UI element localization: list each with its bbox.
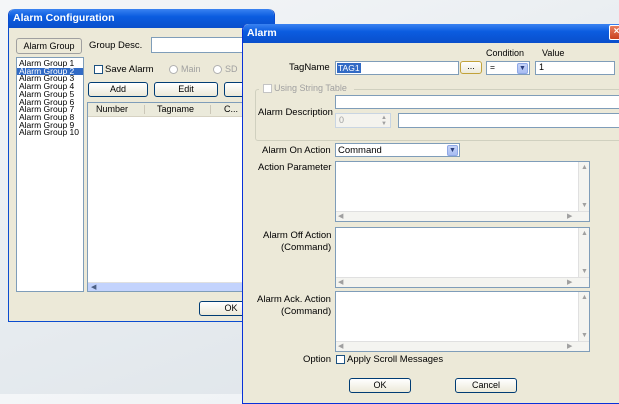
scroll-left-arrow[interactable]: ◀ — [338, 278, 343, 287]
column-tagname[interactable]: Tagname — [157, 104, 194, 114]
cancel-button[interactable]: Cancel — [455, 378, 517, 393]
main-radio[interactable] — [169, 65, 178, 74]
alarm-on-action-label: Alarm On Action — [262, 145, 331, 156]
alarm-on-dropdown-arrow[interactable]: ▼ — [447, 145, 458, 156]
alarm-description-input[interactable] — [335, 95, 619, 109]
action-parameter-textarea[interactable]: ▲ ▼ ◀ ▶ — [335, 161, 590, 222]
horizontal-scrollbar[interactable]: ◀ ▶ — [336, 341, 589, 351]
close-icon[interactable]: × — [609, 25, 619, 40]
apply-scroll-label: Apply Scroll Messages — [347, 354, 444, 365]
alarm-off-action-textarea[interactable]: ▲ ▼ ◀ ▶ — [335, 227, 590, 288]
browse-tag-button[interactable]: ... — [460, 61, 482, 74]
group-desc-label: Group Desc. — [89, 40, 143, 51]
vertical-scrollbar[interactable]: ▲ ▼ — [578, 292, 589, 341]
vertical-scrollbar[interactable]: ▲ ▼ — [578, 228, 589, 277]
ok-button[interactable]: OK — [349, 378, 411, 393]
scroll-down-arrow[interactable]: ▼ — [581, 267, 588, 276]
scroll-right-arrow[interactable]: ▶ — [567, 342, 572, 351]
save-alarm-checkbox[interactable] — [94, 65, 103, 74]
alarm-off-action-sub: (Command) — [281, 242, 332, 253]
value-text: 1 — [539, 62, 545, 72]
horizontal-scrollbar[interactable]: ◀ ▶ — [336, 211, 589, 221]
sd-radio-label: SD — [225, 64, 238, 74]
alarm-dialog-titlebar: Alarm — [243, 24, 619, 43]
scroll-right-arrow[interactable]: ▶ — [567, 212, 572, 221]
using-string-table-checkbox[interactable] — [263, 84, 272, 93]
alarm-description-label: Alarm Description — [258, 107, 333, 118]
value-input[interactable]: 1 — [535, 61, 615, 75]
scroll-right-arrow[interactable]: ▶ — [567, 278, 572, 287]
scroll-up-arrow[interactable]: ▲ — [581, 229, 588, 238]
alarm-on-action-select[interactable]: Command ▼ — [335, 143, 460, 157]
alarm-on-action-value: Command — [338, 145, 382, 156]
alarm-group-button[interactable]: Alarm Group — [16, 38, 82, 54]
tagname-label: TagName — [289, 62, 330, 73]
column-condition[interactable]: C... — [224, 104, 238, 114]
condition-dropdown-arrow[interactable]: ▼ — [517, 63, 528, 74]
list-item[interactable]: Alarm Group 10 — [17, 128, 83, 137]
alarm-configuration-window: Alarm Configuration Alarm Group Group De… — [8, 9, 275, 322]
value-header: Value — [542, 48, 565, 58]
apply-scroll-checkbox[interactable] — [336, 355, 345, 364]
horizontal-scrollbar[interactable]: ◀ ▶ — [336, 277, 589, 287]
tagname-value: TAG1 — [337, 63, 361, 73]
column-number[interactable]: Number — [96, 104, 128, 114]
condition-value: = — [490, 62, 495, 72]
alarm-group-list[interactable]: Alarm Group 1 Alarm Group 2 Alarm Group 3A… — [16, 57, 84, 292]
alarm-dialog: Alarm × Condition Value TagName TAG1 ...… — [242, 24, 619, 404]
dialog-title: Alarm — [247, 27, 277, 39]
string-text-input[interactable] — [398, 113, 619, 128]
add-button[interactable]: Add — [88, 82, 148, 97]
string-index-spinner[interactable]: 0 ▲ ▼ — [335, 113, 391, 128]
scroll-left-arrow[interactable]: ◀ — [91, 283, 96, 291]
edit-button[interactable]: Edit — [154, 82, 218, 97]
spinner-value: 0 — [339, 115, 345, 125]
window-title: Alarm Configuration — [13, 12, 115, 24]
spinner-arrows[interactable]: ▲ ▼ — [381, 115, 387, 127]
scroll-down-arrow[interactable]: ▼ — [581, 331, 588, 340]
vertical-scrollbar[interactable]: ▲ ▼ — [578, 162, 589, 211]
scroll-left-arrow[interactable]: ◀ — [338, 212, 343, 221]
tagname-input[interactable]: TAG1 — [335, 61, 459, 75]
scroll-up-arrow[interactable]: ▲ — [581, 163, 588, 172]
alarm-ack-action-label: Alarm Ack. Action — [257, 294, 331, 305]
alarm-configuration-titlebar: Alarm Configuration — [9, 9, 274, 28]
main-radio-label: Main — [181, 64, 201, 74]
alarm-off-action-label: Alarm Off Action — [263, 230, 332, 241]
condition-header: Condition — [486, 48, 525, 58]
scroll-down-arrow[interactable]: ▼ — [581, 201, 588, 210]
save-alarm-label: Save Alarm — [105, 64, 154, 75]
alarm-ack-action-textarea[interactable]: ▲ ▼ ◀ ▶ — [335, 291, 590, 352]
option-label: Option — [303, 354, 331, 365]
condition-select[interactable]: = ▼ — [486, 61, 530, 75]
scroll-up-arrow[interactable]: ▲ — [581, 293, 588, 302]
alarm-ack-action-sub: (Command) — [281, 306, 332, 317]
action-parameter-label: Action Parameter — [258, 162, 332, 173]
scroll-left-arrow[interactable]: ◀ — [338, 342, 343, 351]
sd-radio[interactable] — [213, 65, 222, 74]
using-string-table-label: Using String Table — [274, 83, 347, 93]
